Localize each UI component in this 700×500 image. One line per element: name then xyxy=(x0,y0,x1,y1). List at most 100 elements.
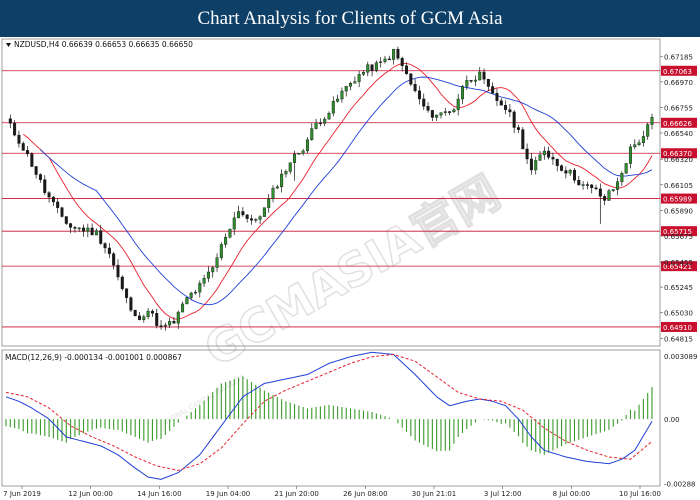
candle-body xyxy=(534,160,538,171)
candle-body xyxy=(628,146,632,164)
watermark: GCMASIA官网 GLOBAL CAPITAL MARKETS xyxy=(161,164,509,427)
candle-body xyxy=(60,207,64,217)
candle-body xyxy=(146,310,150,317)
candle-body xyxy=(215,257,219,268)
candle-body xyxy=(405,65,409,75)
candle-body xyxy=(116,264,120,278)
candle-body xyxy=(17,134,21,144)
candle-body xyxy=(461,86,464,100)
candle-body xyxy=(387,58,391,61)
candle-body xyxy=(26,150,30,155)
macd-indicator xyxy=(5,351,653,480)
trading-chart: NZDUSD,H4 0.66639 0.66653 0.66635 0.6665… xyxy=(1,38,697,498)
candle-body xyxy=(504,105,508,110)
price-axis-tick-label: 0.67185 xyxy=(664,53,693,61)
candle-body xyxy=(297,153,301,155)
candle-body xyxy=(607,190,611,201)
candle-body xyxy=(43,179,47,193)
collapse-arrow-icon[interactable] xyxy=(6,43,11,47)
time-axis-tick-label: 10 Jul 16:00 xyxy=(619,490,661,498)
candle-body xyxy=(38,174,42,180)
candle-body xyxy=(650,116,654,125)
level-price-label: 0.65989 xyxy=(663,196,692,204)
candle-body xyxy=(473,79,477,82)
price-axis-tick-label: 0.66540 xyxy=(664,130,693,138)
time-axis-tick-label: 12 Jun 00:00 xyxy=(68,490,112,498)
candle-body xyxy=(129,297,133,311)
macd-axis-tick-label: -0.00288 xyxy=(664,480,695,488)
candle-body xyxy=(525,148,529,160)
macd-panel-frame xyxy=(1,349,661,487)
time-axis-tick-label: 3 Jul 12:00 xyxy=(484,490,522,498)
candle-body xyxy=(331,101,335,114)
price-axis-tick-label: 0.65245 xyxy=(664,284,693,292)
time-axis: 7 Jun 2019 12 Jun 00:00 14 Jun 16:00 19 Jun… xyxy=(3,486,661,498)
candle-body xyxy=(155,312,159,326)
candle-body xyxy=(254,219,258,221)
candle-body xyxy=(327,112,331,120)
candle-body xyxy=(577,180,581,186)
candle-body xyxy=(495,93,499,101)
candle-body xyxy=(176,311,180,324)
candle-body xyxy=(379,61,383,63)
candle-body xyxy=(478,71,482,81)
candle-body xyxy=(491,86,495,94)
candle-body xyxy=(77,227,81,230)
price-axis-tick-label: 0.65030 xyxy=(664,310,693,318)
candle-body xyxy=(13,123,17,136)
candle-body xyxy=(417,90,421,100)
candle-body xyxy=(633,144,637,148)
candle-body xyxy=(30,153,34,167)
candle-body xyxy=(198,283,202,293)
candle-body xyxy=(172,321,176,324)
candle-body xyxy=(142,316,146,320)
candle-body xyxy=(8,118,12,124)
candle-body xyxy=(538,154,542,161)
candle-body xyxy=(611,189,615,191)
chart-banner-title: Chart Analysis for Clients of GCM Asia xyxy=(0,0,700,37)
candle-body xyxy=(228,228,232,238)
candle-body xyxy=(594,187,598,190)
level-price-label: 0.64910 xyxy=(663,324,692,332)
candle-body xyxy=(508,109,512,113)
candle-body xyxy=(262,207,266,217)
candle-body xyxy=(482,71,486,80)
price-axis-tick-label: 0.65675 xyxy=(664,233,693,241)
candle-body xyxy=(370,64,374,71)
candle-body xyxy=(107,247,111,254)
candle-body xyxy=(103,243,107,249)
price-panel-header: NZDUSD,H4 0.66639 0.66653 0.66635 0.6665… xyxy=(14,40,193,49)
candle-body xyxy=(310,128,314,140)
candle-body xyxy=(435,114,439,118)
candle-body xyxy=(82,227,86,232)
time-axis-tick-label: 30 Jun 21:01 xyxy=(412,490,456,498)
candle-body xyxy=(641,136,645,143)
time-axis-tick-label: 21 Jun 20:00 xyxy=(274,490,318,498)
macd-axis: 0.003089 0.00 -0.00288 xyxy=(664,353,697,488)
macd-axis-tick-label: 0.00 xyxy=(664,416,680,424)
candle-body xyxy=(275,186,279,189)
candle-body xyxy=(56,201,60,208)
candle-body xyxy=(448,111,452,113)
time-axis-tick-label: 19 Jun 04:00 xyxy=(206,490,250,498)
candle-body xyxy=(439,112,443,116)
candle-body xyxy=(465,80,469,87)
candle-body xyxy=(443,111,447,113)
candle-body xyxy=(86,227,90,232)
price-axis-tick-label: 0.66320 xyxy=(664,156,693,164)
candle-body xyxy=(237,211,241,219)
candle-body xyxy=(499,100,503,106)
candle-body xyxy=(560,165,564,171)
candle-body xyxy=(314,122,318,129)
candle-body xyxy=(616,181,620,190)
candle-body xyxy=(392,48,396,60)
candle-body xyxy=(581,184,585,186)
candle-body xyxy=(21,143,25,151)
candle-body xyxy=(284,171,288,175)
price-axis-tick-label: 0.65455 xyxy=(664,259,693,267)
candle-body xyxy=(555,158,559,166)
candle-body xyxy=(241,211,245,216)
candle-body xyxy=(340,90,344,100)
candle-body xyxy=(47,192,51,198)
candle-body xyxy=(469,80,473,82)
